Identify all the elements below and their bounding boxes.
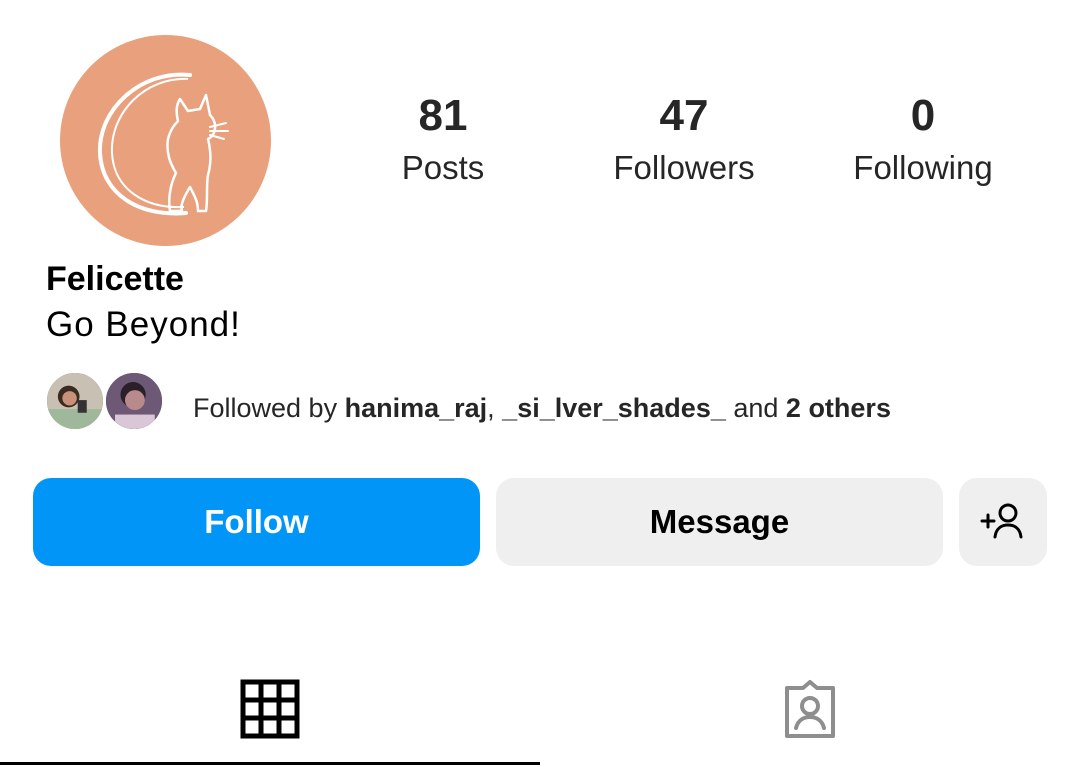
tagged-icon <box>785 679 835 738</box>
suggested-users-button[interactable] <box>959 478 1047 566</box>
message-button[interactable]: Message <box>496 478 943 566</box>
posts-label: Posts <box>401 149 485 186</box>
followers-count: 47 <box>659 91 709 140</box>
followed-by-conjunction: and <box>725 393 786 423</box>
profile-name: Felicette <box>46 260 184 298</box>
follow-button[interactable]: Follow <box>33 478 480 566</box>
following-label: Following <box>853 149 993 186</box>
grid-icon <box>240 679 300 738</box>
mutual-follower-avatar[interactable] <box>103 370 165 432</box>
mutual-follower-avatar[interactable] <box>44 370 106 432</box>
followers-label: Followers <box>613 149 755 186</box>
tab-posts-grid[interactable] <box>0 650 540 767</box>
stat-following[interactable]: 0 Following <box>813 92 1033 188</box>
cat-moon-logo-icon <box>97 72 229 216</box>
mutual-others[interactable]: 2 others <box>786 393 891 423</box>
profile-page: 81 Posts 47 Followers 0 Following Felice… <box>0 0 1080 767</box>
add-person-icon <box>980 503 1023 539</box>
following-count: 0 <box>910 91 936 140</box>
profile-avatar[interactable] <box>60 35 271 246</box>
stat-followers[interactable]: 47 Followers <box>574 92 794 188</box>
stat-posts[interactable]: 81 Posts <box>333 92 553 188</box>
tab-tagged[interactable] <box>540 650 1080 767</box>
person-photo-icon <box>106 373 162 429</box>
active-tab-indicator <box>0 762 540 765</box>
followed-by-prefix: Followed by <box>193 393 345 423</box>
followed-by-separator: , <box>487 393 503 423</box>
person-photo-icon <box>47 373 103 429</box>
mutual-user-2[interactable]: _si_lver_shades_ <box>502 393 726 423</box>
followed-by-text[interactable]: Followed by hanima_raj, _si_lver_shades_… <box>193 391 891 425</box>
posts-count: 81 <box>418 91 468 140</box>
profile-bio: Go Beyond! <box>46 305 241 344</box>
mutual-user-1[interactable]: hanima_raj <box>345 393 488 423</box>
